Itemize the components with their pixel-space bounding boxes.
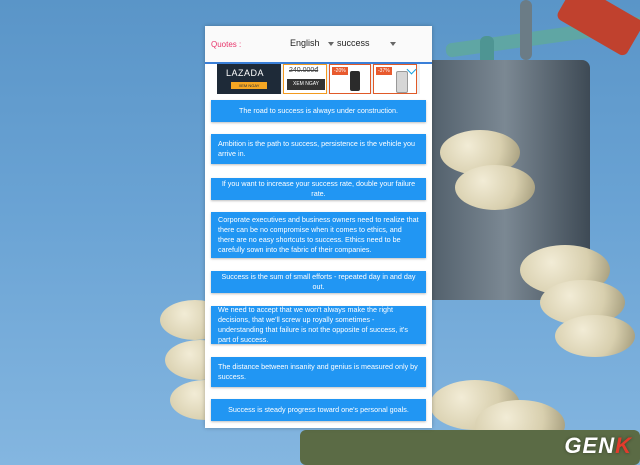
adchoices-icon[interactable] <box>406 64 417 75</box>
quote-card[interactable]: Corporate executives and business owners… <box>211 212 426 258</box>
quote-card[interactable]: The distance between insanity and genius… <box>211 357 426 387</box>
ad-brand-cta[interactable]: XEM NGAY <box>231 82 267 89</box>
quotes-label: Quotes : <box>211 40 242 49</box>
ad-product-3[interactable]: -37% <box>373 64 417 94</box>
ad-product-cta[interactable]: XEM NGAY <box>287 79 325 90</box>
quote-card[interactable]: Success is the sum of small efforts - re… <box>211 271 426 293</box>
quote-card[interactable]: Success is steady progress toward one's … <box>211 399 426 421</box>
quote-card[interactable]: We need to accept that we won't always m… <box>211 305 426 344</box>
ad-product-2[interactable]: -20% <box>329 64 371 94</box>
quote-card[interactable]: The road to success is always under cons… <box>211 100 426 122</box>
quotes-widget: Quotes : English success LAZADA XEM NGAY… <box>205 26 432 428</box>
language-value: English <box>290 38 320 48</box>
ad-product-1[interactable]: 240.000đ XEM NGAY <box>283 64 327 94</box>
topic-select[interactable]: success <box>337 38 396 48</box>
ad-product-price: 240.000đ <box>289 67 319 74</box>
chevron-down-icon <box>327 41 334 46</box>
language-select[interactable]: English <box>290 38 334 48</box>
watermark-prefix: GEN <box>564 433 616 458</box>
phone-image <box>350 71 360 91</box>
discount-badge: -37% <box>376 67 392 75</box>
genk-watermark: GENK <box>564 433 632 459</box>
ad-banner[interactable]: LAZADA XEM NGAY 240.000đ XEM NGAY -20% -… <box>217 64 420 94</box>
topic-value: success <box>337 38 370 48</box>
quote-card[interactable]: Ambition is the path to success, persist… <box>211 134 426 164</box>
watermark-accent: K <box>615 433 632 458</box>
phone-image <box>396 71 408 93</box>
discount-badge: -20% <box>332 67 348 75</box>
quote-card[interactable]: If you want to increase your success rat… <box>211 178 426 200</box>
ad-brand-tile[interactable]: LAZADA XEM NGAY <box>217 64 281 94</box>
lazada-logo: LAZADA <box>226 68 265 78</box>
widget-header: Quotes : English success <box>205 26 432 64</box>
chevron-down-icon <box>389 41 396 46</box>
